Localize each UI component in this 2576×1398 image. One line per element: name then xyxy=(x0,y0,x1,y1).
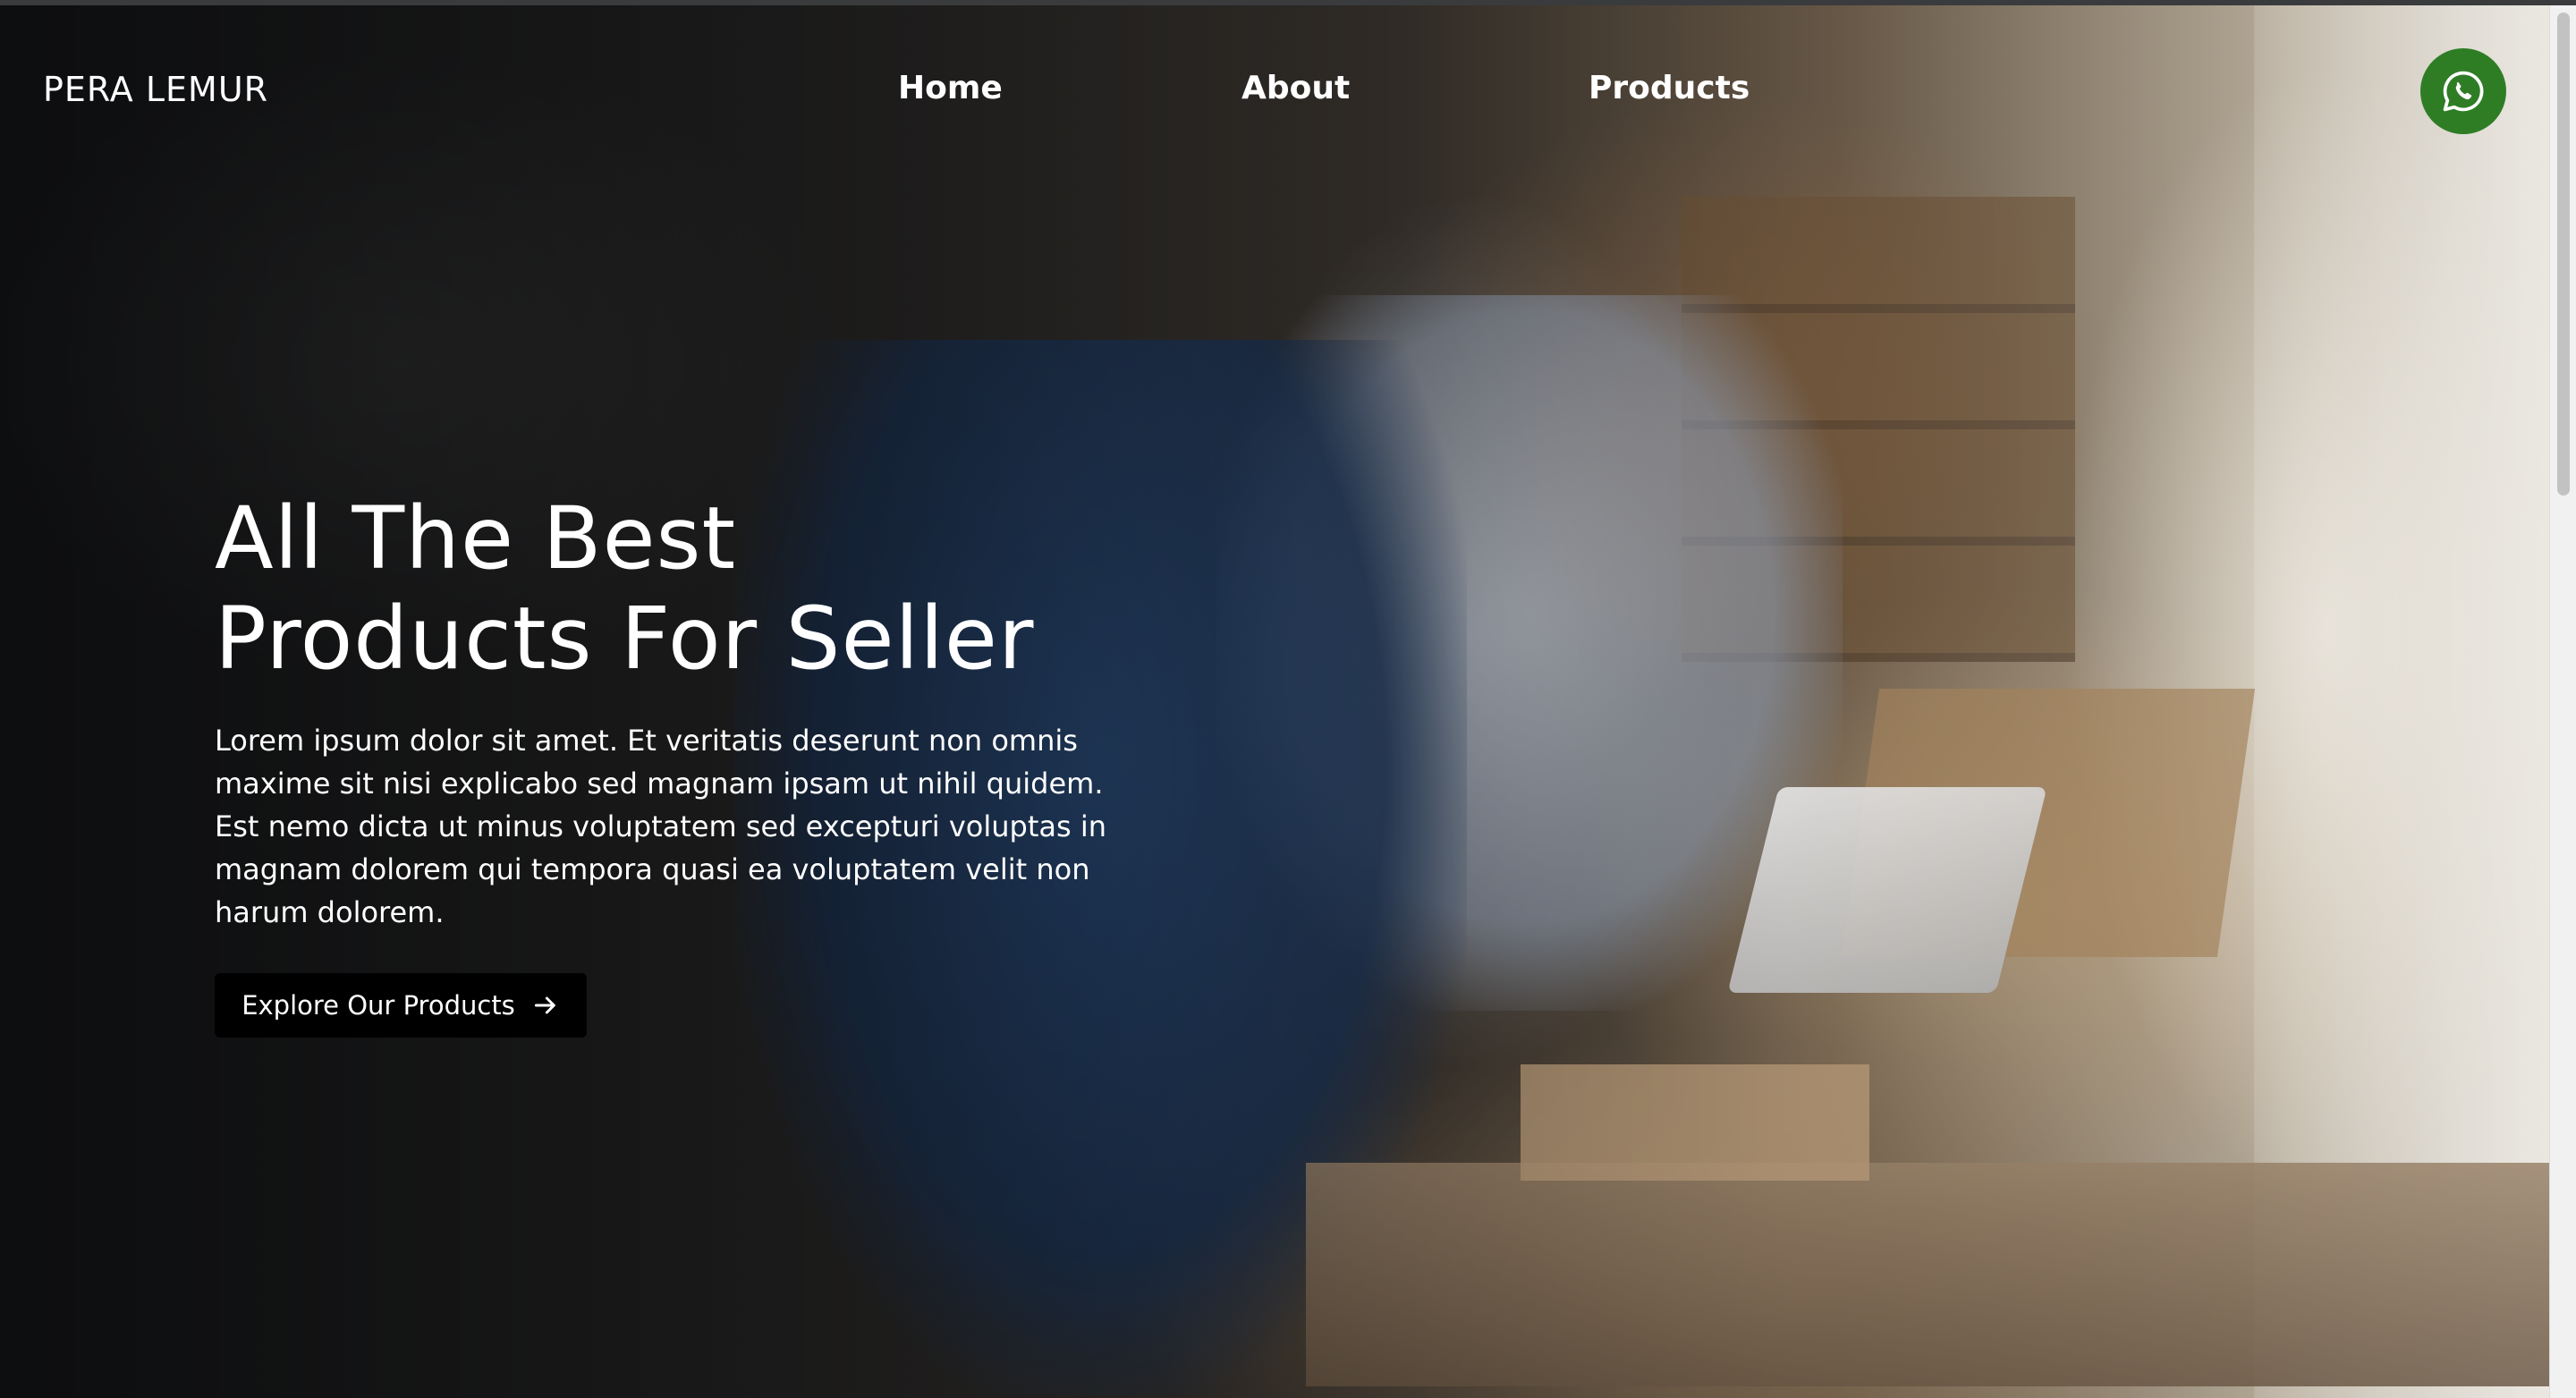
nav-about[interactable]: About xyxy=(1241,70,1350,106)
whatsapp-button[interactable] xyxy=(2420,48,2506,134)
page: PERA LEMUR Home About Products All The B… xyxy=(0,0,2576,1398)
nav-products[interactable]: Products xyxy=(1589,70,1750,106)
nav-home[interactable]: Home xyxy=(898,70,1003,106)
hero-overlay xyxy=(0,5,2549,1398)
hero-description: Lorem ipsum dolor sit amet. Et veritatis… xyxy=(215,724,1106,929)
explore-products-button[interactable]: Explore Our Products xyxy=(215,973,587,1038)
hero-title: All The Best Products For Seller xyxy=(215,488,1377,689)
scrollbar[interactable] xyxy=(2549,5,2576,1398)
cta-label: Explore Our Products xyxy=(242,990,515,1021)
brand-logo[interactable]: PERA LEMUR xyxy=(43,70,268,109)
browser-top-edge xyxy=(0,0,2576,5)
hero-title-line1: All The Best xyxy=(215,488,737,589)
whatsapp-icon xyxy=(2443,71,2484,112)
scrollbar-thumb[interactable] xyxy=(2557,13,2570,496)
arrow-right-icon xyxy=(534,996,555,1014)
hero-title-line2: Products For Seller xyxy=(215,589,1035,689)
